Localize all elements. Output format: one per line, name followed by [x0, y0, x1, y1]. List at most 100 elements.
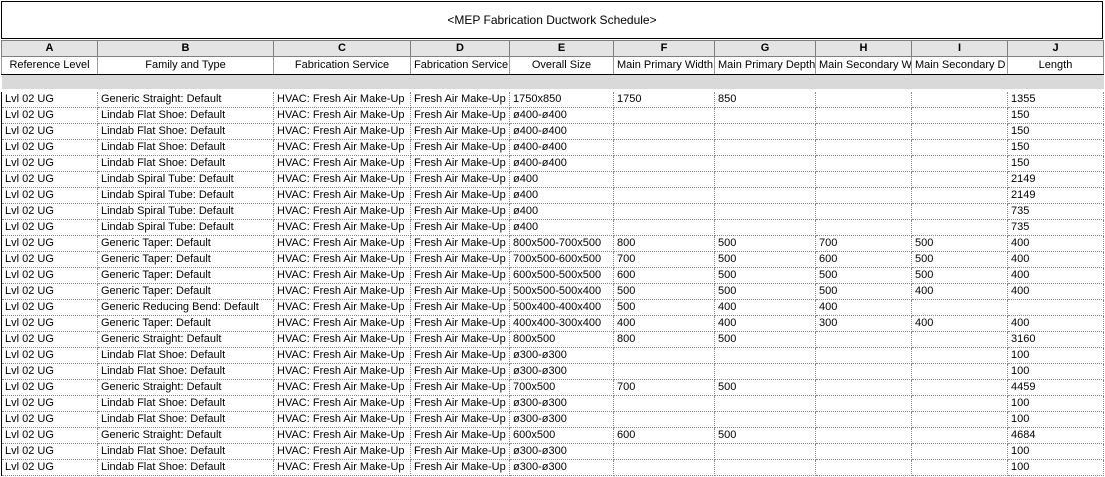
- table-cell[interactable]: Lindab Flat Shoe: Default: [97, 139, 274, 156]
- table-cell[interactable]: 300: [815, 315, 912, 332]
- table-cell[interactable]: HVAC: Fresh Air Make-Up: [273, 347, 411, 364]
- table-cell[interactable]: [911, 443, 1008, 460]
- table-row[interactable]: Lvl 02 UG Generic Straight: Default HVAC: …: [1, 92, 1104, 108]
- table-cell[interactable]: 1355: [1007, 92, 1104, 108]
- table-cell[interactable]: 100: [1007, 411, 1104, 428]
- table-cell[interactable]: [815, 107, 912, 124]
- table-row[interactable]: Lvl 02 UG Lindab Flat Shoe: Default HVAC: …: [1, 123, 1104, 140]
- table-cell[interactable]: HVAC: Fresh Air Make-Up: [273, 299, 411, 316]
- table-cell[interactable]: HVAC: Fresh Air Make-Up: [273, 395, 411, 412]
- table-row[interactable]: Lvl 02 UG Lindab Spiral Tube: Default HVAC…: [1, 203, 1104, 220]
- table-cell[interactable]: HVAC: Fresh Air Make-Up: [273, 171, 411, 188]
- table-cell[interactable]: 700: [815, 235, 912, 252]
- table-cell[interactable]: HVAC: Fresh Air Make-Up: [273, 411, 411, 428]
- table-cell[interactable]: 400: [911, 315, 1008, 332]
- table-cell[interactable]: Lvl 02 UG: [1, 139, 98, 156]
- table-cell[interactable]: [911, 395, 1008, 412]
- table-cell[interactable]: HVAC: Fresh Air Make-Up: [273, 219, 411, 236]
- table-cell[interactable]: [911, 219, 1008, 236]
- table-row[interactable]: Lvl 02 UG Generic Straight: Default HVAC: …: [1, 331, 1104, 348]
- table-cell[interactable]: Lvl 02 UG: [1, 187, 98, 204]
- table-cell[interactable]: [714, 363, 816, 380]
- column-header[interactable]: Overall Size: [509, 56, 614, 75]
- table-cell[interactable]: [613, 219, 715, 236]
- table-cell[interactable]: [613, 347, 715, 364]
- table-cell[interactable]: 735: [1007, 219, 1104, 236]
- table-cell[interactable]: 400: [714, 299, 816, 316]
- table-row[interactable]: Lvl 02 UG Generic Straight: Default HVAC: …: [1, 427, 1104, 444]
- table-cell[interactable]: 700: [613, 251, 715, 268]
- table-cell[interactable]: Fresh Air Make-Up: [410, 203, 510, 220]
- table-cell[interactable]: Fresh Air Make-Up: [410, 283, 510, 300]
- table-cell[interactable]: Lindab Flat Shoe: Default: [97, 395, 274, 412]
- table-cell[interactable]: ø400: [509, 187, 614, 204]
- table-cell[interactable]: Fresh Air Make-Up: [410, 379, 510, 396]
- table-cell[interactable]: [714, 107, 816, 124]
- table-cell[interactable]: [911, 459, 1008, 476]
- column-header[interactable]: Main Primary Width: [613, 56, 715, 75]
- table-cell[interactable]: Lvl 02 UG: [1, 171, 98, 188]
- table-cell[interactable]: Fresh Air Make-Up: [410, 123, 510, 140]
- table-cell[interactable]: [613, 459, 715, 476]
- table-cell[interactable]: Lindab Flat Shoe: Default: [97, 411, 274, 428]
- table-cell[interactable]: 800: [613, 331, 715, 348]
- table-cell[interactable]: Generic Straight: Default: [97, 427, 274, 444]
- table-cell[interactable]: HVAC: Fresh Air Make-Up: [273, 251, 411, 268]
- column-header[interactable]: Fabrication Service: [410, 56, 510, 75]
- table-cell[interactable]: [714, 347, 816, 364]
- table-cell[interactable]: [714, 139, 816, 156]
- table-cell[interactable]: Fresh Air Make-Up: [410, 459, 510, 476]
- table-cell[interactable]: 100: [1007, 459, 1104, 476]
- table-cell[interactable]: 500: [714, 283, 816, 300]
- table-cell[interactable]: 700: [613, 379, 715, 396]
- table-cell[interactable]: Lvl 02 UG: [1, 203, 98, 220]
- table-cell[interactable]: [613, 395, 715, 412]
- table-cell[interactable]: Lvl 02 UG: [1, 347, 98, 364]
- table-cell[interactable]: 500: [714, 331, 816, 348]
- table-cell[interactable]: HVAC: Fresh Air Make-Up: [273, 379, 411, 396]
- table-cell[interactable]: ø300-ø300: [509, 459, 614, 476]
- table-cell[interactable]: 500: [911, 251, 1008, 268]
- table-cell[interactable]: Lvl 02 UG: [1, 427, 98, 444]
- table-cell[interactable]: 600: [613, 427, 715, 444]
- table-cell[interactable]: [1007, 299, 1104, 316]
- table-cell[interactable]: Generic Straight: Default: [97, 379, 274, 396]
- table-cell[interactable]: 800x500: [509, 331, 614, 348]
- table-row[interactable]: Lvl 02 UG Lindab Flat Shoe: Default HVAC: …: [1, 363, 1104, 380]
- table-cell[interactable]: Fresh Air Make-Up: [410, 443, 510, 460]
- table-cell[interactable]: 400: [714, 315, 816, 332]
- table-cell[interactable]: Fresh Air Make-Up: [410, 251, 510, 268]
- table-cell[interactable]: HVAC: Fresh Air Make-Up: [273, 235, 411, 252]
- column-letter-b[interactable]: B: [97, 40, 274, 57]
- table-cell[interactable]: [714, 219, 816, 236]
- table-cell[interactable]: [815, 427, 912, 444]
- table-row[interactable]: Lvl 02 UG Lindab Spiral Tube: Default HVAC…: [1, 219, 1104, 236]
- table-cell[interactable]: Lvl 02 UG: [1, 235, 98, 252]
- table-cell[interactable]: 735: [1007, 203, 1104, 220]
- table-row[interactable]: Lvl 02 UG Lindab Flat Shoe: Default HVAC: …: [1, 347, 1104, 364]
- table-cell[interactable]: Lvl 02 UG: [1, 363, 98, 380]
- table-cell[interactable]: HVAC: Fresh Air Make-Up: [273, 363, 411, 380]
- table-row[interactable]: Lvl 02 UG Generic Taper: Default HVAC: Fre…: [1, 267, 1104, 284]
- column-letter-d[interactable]: D: [410, 40, 510, 57]
- table-row[interactable]: Lvl 02 UG Lindab Flat Shoe: Default HVAC: …: [1, 395, 1104, 412]
- table-row[interactable]: Lvl 02 UG Lindab Spiral Tube: Default HVAC…: [1, 187, 1104, 204]
- table-cell[interactable]: HVAC: Fresh Air Make-Up: [273, 459, 411, 476]
- table-cell[interactable]: [714, 155, 816, 172]
- column-letter-e[interactable]: E: [509, 40, 614, 57]
- table-cell[interactable]: 500x500-500x400: [509, 283, 614, 300]
- table-cell[interactable]: Fresh Air Make-Up: [410, 267, 510, 284]
- table-cell[interactable]: Lindab Flat Shoe: Default: [97, 443, 274, 460]
- table-cell[interactable]: [911, 347, 1008, 364]
- table-cell[interactable]: Lvl 02 UG: [1, 283, 98, 300]
- table-cell[interactable]: 150: [1007, 139, 1104, 156]
- table-cell[interactable]: 150: [1007, 123, 1104, 140]
- table-cell[interactable]: [714, 395, 816, 412]
- table-cell[interactable]: [815, 139, 912, 156]
- table-cell[interactable]: Generic Taper: Default: [97, 315, 274, 332]
- column-letter-i[interactable]: I: [911, 40, 1008, 57]
- table-cell[interactable]: 2149: [1007, 187, 1104, 204]
- table-cell[interactable]: 500: [613, 283, 715, 300]
- table-cell[interactable]: 500: [911, 267, 1008, 284]
- table-cell[interactable]: HVAC: Fresh Air Make-Up: [273, 203, 411, 220]
